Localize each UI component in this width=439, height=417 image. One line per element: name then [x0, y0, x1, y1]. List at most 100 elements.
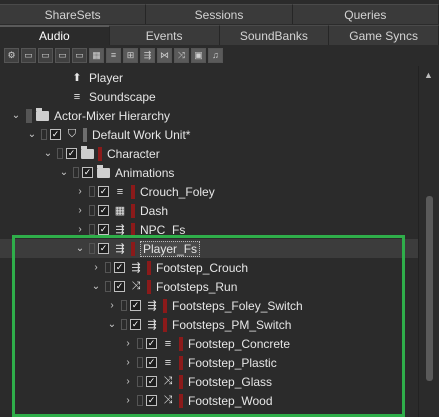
marker-icon	[26, 108, 32, 123]
project-tree: ⬆ Player ≡ Soundscape ⌄ Actor-Mixer Hier…	[0, 66, 418, 417]
sequence-icon[interactable]: ⊞	[123, 47, 138, 63]
music-icon[interactable]: ♫	[208, 47, 223, 63]
chevron-right-icon[interactable]: ›	[122, 353, 134, 372]
tab-sessions[interactable]: Sessions	[146, 4, 293, 24]
checkbox[interactable]: ✓	[114, 262, 125, 273]
tree-row[interactable]: ⌄ ✓ Character	[0, 144, 418, 163]
list-icon: ≡	[73, 90, 81, 103]
color-marker	[163, 317, 167, 332]
chevron-right-icon[interactable]: ›	[74, 201, 86, 220]
checkbox[interactable]: ✓	[50, 129, 61, 140]
checkbox[interactable]: ✓	[66, 148, 77, 159]
color-marker	[179, 355, 183, 370]
tree-label: Crouch_Foley	[140, 184, 215, 199]
switch-icon: ⇶	[131, 262, 141, 274]
sequence-icon: ≡	[164, 337, 172, 350]
random-icon[interactable]: ⤨	[174, 47, 189, 63]
tab-game-syncs[interactable]: Game Syncs	[329, 25, 439, 45]
ghost-checkbox	[89, 243, 95, 254]
color-marker	[179, 336, 183, 351]
ghost-checkbox	[121, 300, 127, 311]
ghost-checkbox	[57, 148, 63, 159]
tab-queries[interactable]: Queries	[292, 4, 439, 24]
checkbox[interactable]: ✓	[130, 319, 141, 330]
switch-icon: ⇶	[115, 224, 125, 236]
color-marker	[179, 374, 183, 389]
tree-row[interactable]: › ✓ ≡ Footstep_Concrete	[0, 334, 418, 353]
chevron-down-icon[interactable]: ⌄	[74, 239, 86, 258]
tree-row[interactable]: ⌄ ✓ ⇶ Footsteps_PM_Switch	[0, 315, 418, 334]
checkbox[interactable]: ✓	[146, 338, 157, 349]
chevron-right-icon[interactable]: ›	[106, 296, 118, 315]
chevron-right-icon[interactable]: ›	[122, 372, 134, 391]
checkbox[interactable]: ✓	[146, 376, 157, 387]
checkbox[interactable]: ✓	[146, 357, 157, 368]
tab-audio[interactable]: Audio	[0, 25, 110, 45]
scrollbar-thumb[interactable]	[426, 196, 433, 381]
color-marker	[131, 203, 135, 218]
sequence-icon: ≡	[116, 185, 124, 198]
tab-events[interactable]: Events	[109, 25, 220, 45]
chevron-right-icon[interactable]: ›	[122, 391, 134, 410]
color-marker	[131, 222, 135, 237]
tree-row-selected[interactable]: ⌄ ✓ ⇶ Player_Fs	[0, 239, 418, 258]
folder-icon[interactable]: ▭	[21, 47, 36, 63]
vertical-scrollbar[interactable]: ▲	[418, 66, 439, 417]
ghost-checkbox	[105, 262, 111, 273]
folder-icon	[36, 107, 49, 121]
checkbox[interactable]: ✓	[146, 395, 157, 406]
scroll-up-icon[interactable]: ▲	[424, 70, 433, 80]
chevron-down-icon[interactable]: ⌄	[58, 163, 70, 182]
folder-icon[interactable]: ▭	[38, 47, 53, 63]
ghost-checkbox	[105, 281, 111, 292]
tree-row[interactable]: › ✓ ⤨ Footstep_Wood	[0, 391, 418, 410]
chevron-down-icon[interactable]: ⌄	[42, 144, 54, 163]
checkbox[interactable]: ✓	[98, 205, 109, 216]
settings-icon[interactable]: ⚙	[4, 47, 19, 63]
tree-label: Footsteps_Run	[156, 279, 238, 294]
tree-label: Default Work Unit*	[92, 127, 191, 142]
tab-sharesets[interactable]: ShareSets	[0, 4, 147, 24]
tree-row[interactable]: › ✓ ▦ Dash	[0, 201, 418, 220]
tree-row[interactable]: ⌄ ✓ ⤨ Footsteps_Run	[0, 277, 418, 296]
tree-row[interactable]: ⬆ Player	[0, 68, 418, 87]
chevron-right-icon[interactable]: ›	[122, 334, 134, 353]
chevron-right-icon[interactable]: ›	[74, 220, 86, 239]
tree-row[interactable]: › ✓ ⇶ NPC_Fs	[0, 220, 418, 239]
tree-row[interactable]: › ✓ ⤨ Footstep_Glass	[0, 372, 418, 391]
list-icon[interactable]: ≡	[106, 47, 121, 63]
chevron-down-icon[interactable]: ⌄	[26, 125, 38, 144]
chevron-down-icon[interactable]: ⌄	[10, 106, 22, 125]
checkbox[interactable]: ✓	[98, 224, 109, 235]
tree-row[interactable]: › ✓ ≡ Crouch_Foley	[0, 182, 418, 201]
tree-row[interactable]: › ✓ ⇶ Footsteps_Foley_Switch	[0, 296, 418, 315]
checkbox[interactable]: ✓	[82, 167, 93, 178]
grid-icon[interactable]: ▦	[89, 47, 104, 63]
chevron-down-icon[interactable]: ⌄	[90, 277, 102, 296]
bottom-tab-row: Audio Events SoundBanks Game Syncs	[0, 25, 439, 45]
chevron-right-icon[interactable]: ›	[90, 258, 102, 277]
chevron-right-icon[interactable]: ›	[74, 182, 86, 201]
tree-row[interactable]: ⌄ ✓ Animations	[0, 163, 418, 182]
folder-icon[interactable]: ▭	[55, 47, 70, 63]
checkbox[interactable]: ✓	[114, 281, 125, 292]
tree-row[interactable]: ⌄ Actor-Mixer Hierarchy	[0, 106, 418, 125]
tab-soundbanks[interactable]: SoundBanks	[219, 25, 330, 45]
random-icon: ⤨	[163, 375, 173, 387]
checkbox[interactable]: ✓	[98, 186, 109, 197]
toolbar: ⚙ ▭ ▭ ▭ ▭ ▦ ≡ ⊞ ⇶ ⋈ ⤨ ▣ ♫	[4, 46, 223, 64]
image-icon[interactable]: ▣	[191, 47, 206, 63]
tree-label: Animations	[115, 165, 175, 180]
tree-row[interactable]: ≡ Soundscape	[0, 87, 418, 106]
blend-icon[interactable]: ⋈	[157, 47, 172, 63]
tree-row[interactable]: › ✓ ⇶ Footstep_Crouch	[0, 258, 418, 277]
switch-icon[interactable]: ⇶	[140, 47, 155, 63]
sequence-icon: ≡	[164, 356, 172, 369]
tree-label: Footsteps_PM_Switch	[172, 317, 292, 332]
chevron-down-icon[interactable]: ⌄	[106, 315, 118, 334]
tree-row[interactable]: ⌄ ✓ ⛉ Default Work Unit*	[0, 125, 418, 144]
checkbox[interactable]: ✓	[98, 243, 109, 254]
checkbox[interactable]: ✓	[130, 300, 141, 311]
tree-row[interactable]: › ✓ ≡ Footstep_Plastic	[0, 353, 418, 372]
folder-icon[interactable]: ▭	[72, 47, 87, 63]
